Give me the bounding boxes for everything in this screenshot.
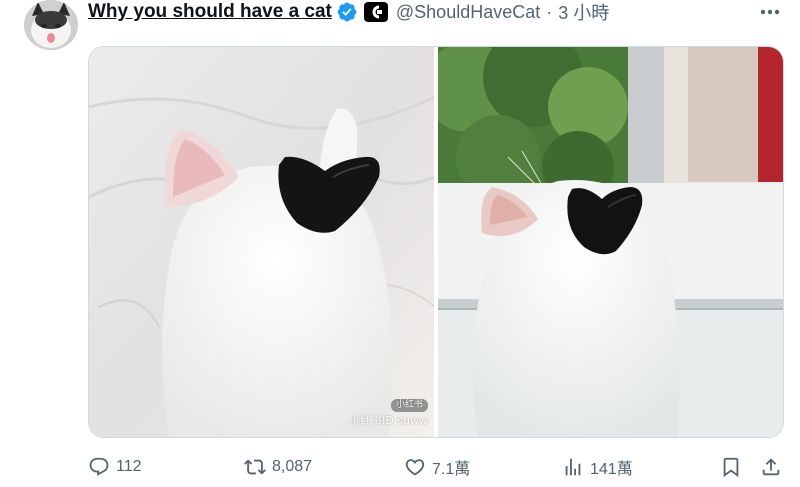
repost-count: 8,087 <box>272 458 313 475</box>
cat-at-window-image <box>438 47 783 437</box>
media-grid: 小红书 小红书ID suww <box>88 46 784 438</box>
verified-badge-icon[interactable] <box>336 1 358 23</box>
share-button[interactable] <box>760 452 782 482</box>
separator-dot: · <box>546 1 553 22</box>
share-icon <box>762 458 780 476</box>
repost-button[interactable]: 8,087 <box>244 452 312 482</box>
photo-1[interactable]: 小红书 小红书ID suww <box>89 47 434 437</box>
views-count: 141萬 <box>590 461 633 478</box>
display-name[interactable]: Why you should have a cat <box>88 1 332 23</box>
reply-icon <box>89 457 109 476</box>
bookmark-icon <box>723 457 739 478</box>
photo-2[interactable] <box>438 47 783 437</box>
repost-icon <box>244 459 266 475</box>
avatar-cat-image <box>24 0 78 50</box>
timestamp[interactable]: 3 小時 <box>558 0 609 25</box>
more-icon[interactable] <box>756 2 784 22</box>
watermark-badge: 小红书 <box>390 399 428 412</box>
like-button[interactable]: 7.1萬 <box>404 452 470 482</box>
tweet-header: Why you should have a cat @ShouldHaveCat… <box>88 0 609 24</box>
heart-icon <box>405 459 425 476</box>
like-count: 7.1萬 <box>432 461 471 478</box>
affiliate-badge-icon[interactable] <box>363 2 388 22</box>
reply-button[interactable]: 112 <box>88 452 142 482</box>
reply-count: 112 <box>116 458 142 475</box>
avatar[interactable] <box>24 0 78 50</box>
views-button[interactable]: 141萬 <box>562 452 633 482</box>
handle[interactable]: @ShouldHaveCat <box>396 2 540 23</box>
bookmark-button[interactable] <box>720 452 742 482</box>
views-icon <box>565 458 581 476</box>
watermark-id: 小红书ID suww <box>349 413 428 427</box>
photo-watermark: 小红书 小红书ID suww <box>349 397 428 427</box>
cat-on-bed-image <box>89 47 434 437</box>
tweet-actions: 112 8,087 7.1萬 141萬 <box>88 452 788 482</box>
